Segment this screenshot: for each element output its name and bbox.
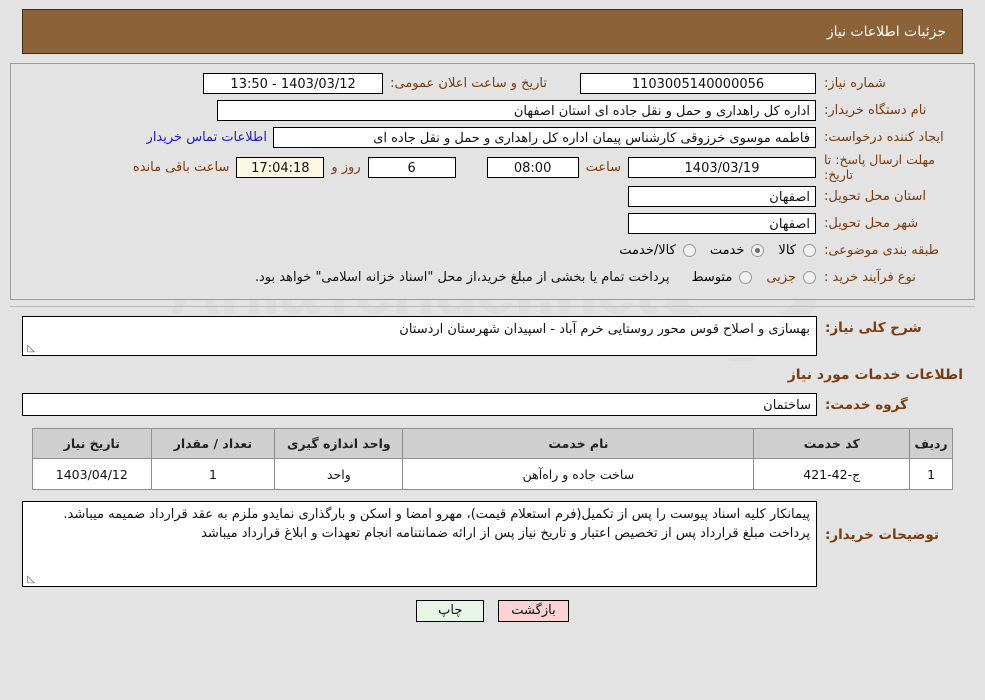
row-buyer-notes: توضیحات خریدار: پیمانکار کلیه اسناد پیوس… xyxy=(10,500,975,588)
cell-row-number: 1 xyxy=(909,458,953,490)
radio-process-label-0: جزیی xyxy=(766,270,796,285)
row-buyer-org: نام دستگاه خریدار: اداره کل راهداری و حم… xyxy=(19,97,966,124)
summary-label: شرح کلی نیاز: xyxy=(825,320,922,336)
days-label: روز و xyxy=(331,159,361,175)
col-need-date: تاریخ نیاز xyxy=(32,428,152,459)
button-bar: بازگشت چاپ xyxy=(0,600,985,622)
summary-value[interactable]: بهسازی و اصلاح قوس محور روستایی خرم آباد… xyxy=(22,316,817,356)
table-header-row: ردیف کد خدمت نام خدمت واحد اندازه گیری ت… xyxy=(32,428,953,459)
services-panel: اطلاعات خدمات مورد نیاز گروه خدمت: ساختم… xyxy=(10,361,975,418)
radio-category-1[interactable] xyxy=(751,244,765,257)
radio-category-0[interactable] xyxy=(803,244,816,257)
service-group-value: ساختمان xyxy=(22,393,817,416)
row-requester: ایجاد کننده درخواست: فاطمه موسوی خرزوقی … xyxy=(19,124,966,151)
radio-category-2[interactable] xyxy=(682,244,696,257)
radio-process-1[interactable] xyxy=(739,271,753,284)
radio-category-label-1: خدمت xyxy=(709,243,745,258)
row-city: شهر محل تحویل: اصفهان xyxy=(19,210,966,237)
radio-category-label-2: کالا/خدمت xyxy=(619,243,676,258)
hour-label: ساعت xyxy=(585,159,621,175)
resize-grip-icon[interactable]: ◺ xyxy=(25,344,35,354)
page-title: جزئیات اطلاعات نیاز xyxy=(826,23,946,40)
buyer-contact-link[interactable]: اطلاعات تماس خریدار xyxy=(141,130,273,145)
process-radio-group: جزیی متوسط xyxy=(681,270,816,285)
cell-unit: واحد xyxy=(274,458,404,490)
row-summary: شرح کلی نیاز: بهسازی و اصلاح قوس محور رو… xyxy=(10,315,975,357)
print-button[interactable]: چاپ xyxy=(416,600,485,622)
process-type-label: نوع فرآیند خرید : xyxy=(824,270,916,285)
announce-datetime-label: تاریخ و ساعت اعلان عمومی: xyxy=(390,76,547,91)
summary-value-text: بهسازی و اصلاح قوس محور روستایی خرم آباد… xyxy=(399,322,810,337)
need-number-label: شماره نیاز: xyxy=(824,76,886,91)
col-unit: واحد اندازه گیری xyxy=(274,428,404,459)
announce-datetime-value: 1403/03/12 - 13:50 xyxy=(203,73,384,94)
hour-value: 08:00 xyxy=(486,156,579,178)
row-category: طبقه بندی موضوعی: کالا خدمت کالا/خدمت xyxy=(19,237,966,264)
col-row-number: ردیف xyxy=(909,428,953,459)
payment-note: پرداخت تمام یا بخشی از مبلغ خرید،از محل … xyxy=(254,270,670,285)
row-need-number: شماره نیاز: 1103005140000056 تاریخ و ساع… xyxy=(19,70,966,97)
buyer-notes-label: توضیحات خریدار: xyxy=(825,527,939,543)
row-service-group: گروه خدمت: ساختمان xyxy=(10,391,975,418)
page-root: جزئیات اطلاعات نیاز شماره نیاز: 11030051… xyxy=(0,9,985,622)
days-remaining-value: 6 xyxy=(367,156,456,178)
resize-grip-icon-2[interactable]: ◺ xyxy=(25,575,35,585)
row-province: استان محل تحویل: اصفهان xyxy=(19,183,966,210)
radio-category-label-0: کالا xyxy=(778,243,796,258)
city-label: شهر محل تحویل: xyxy=(824,216,919,231)
section-divider xyxy=(10,306,975,307)
city-value: اصفهان xyxy=(628,213,816,234)
cell-need-date: 1403/04/12 xyxy=(32,458,152,490)
buyer-notes-value-text: پیمانکار کلیه اسناد پیوست را پس از تکمیل… xyxy=(63,507,810,541)
radio-process-0[interactable] xyxy=(803,271,816,284)
services-table-wrapper: ردیف کد خدمت نام خدمت واحد اندازه گیری ت… xyxy=(0,428,985,490)
services-section-title: اطلاعات خدمات مورد نیاز xyxy=(787,367,963,383)
buyer-org-value: اداره کل راهداری و حمل و نقل جاده ای است… xyxy=(217,100,816,121)
requester-value: فاطمه موسوی خرزوقی کارشناس پیمان اداره ک… xyxy=(273,127,816,148)
buyer-notes-panel: توضیحات خریدار: پیمانکار کلیه اسناد پیوس… xyxy=(10,500,975,588)
cell-service-name: ساخت جاده و راه‌آهن xyxy=(402,458,755,490)
buyer-notes-value[interactable]: پیمانکار کلیه اسناد پیوست را پس از تکمیل… xyxy=(22,501,817,587)
need-number-value: 1103005140000056 xyxy=(580,73,816,94)
col-service-code: کد خدمت xyxy=(753,428,911,459)
row-process-type: نوع فرآیند خرید : جزیی متوسط پرداخت تمام… xyxy=(19,264,966,291)
back-button[interactable]: بازگشت xyxy=(498,600,569,622)
cell-quantity: 1 xyxy=(150,458,276,490)
summary-panel: شرح کلی نیاز: بهسازی و اصلاح قوس محور رو… xyxy=(10,315,975,357)
page-header: جزئیات اطلاعات نیاز xyxy=(22,9,963,54)
deadline-label-text: مهلت ارسال پاسخ: تا تاریخ: xyxy=(824,152,935,182)
countdown-value: 17:04:18 xyxy=(236,156,325,178)
service-group-label: گروه خدمت: xyxy=(825,396,908,413)
cell-service-code: ج-42-421 xyxy=(753,458,911,490)
services-table: ردیف کد خدمت نام خدمت واحد اندازه گیری ت… xyxy=(32,428,953,490)
province-value: اصفهان xyxy=(628,186,816,207)
row-deadline: مهلت ارسال پاسخ: تا تاریخ: 1403/03/19 سا… xyxy=(19,151,966,183)
col-quantity: تعداد / مقدار xyxy=(150,428,276,459)
need-info-panel: شماره نیاز: 1103005140000056 تاریخ و ساع… xyxy=(10,63,975,300)
table-row: 1 ج-42-421 ساخت جاده و راه‌آهن واحد 1 14… xyxy=(32,458,953,490)
deadline-label: مهلت ارسال پاسخ: تا تاریخ: xyxy=(816,152,966,182)
deadline-date-value: 1403/03/19 xyxy=(628,156,816,178)
col-service-name: نام خدمت xyxy=(402,428,755,459)
countdown-label: ساعت باقی مانده xyxy=(132,159,230,175)
radio-process-label-1: متوسط xyxy=(691,270,733,285)
requester-label: ایجاد کننده درخواست: xyxy=(824,130,944,145)
province-label: استان محل تحویل: xyxy=(824,189,926,204)
category-label: طبقه بندی موضوعی: xyxy=(824,243,940,258)
category-radio-group: کالا خدمت کالا/خدمت xyxy=(609,243,816,258)
buyer-org-label: نام دستگاه خریدار: xyxy=(824,103,927,118)
